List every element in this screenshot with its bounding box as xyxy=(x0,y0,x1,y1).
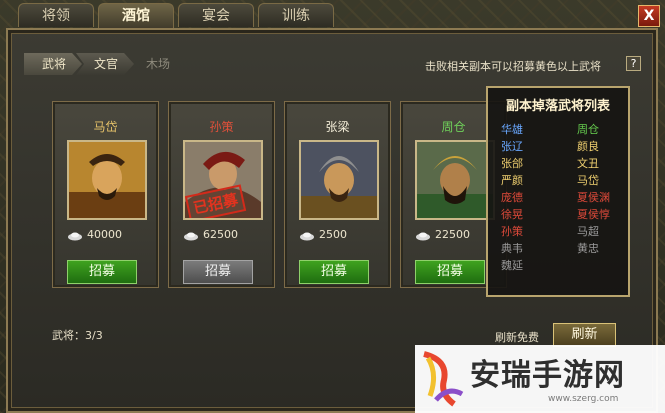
watermark-text: 安瑞手游网 xyxy=(470,358,625,393)
drop-list-row: 孙策 马超 xyxy=(501,223,621,240)
drop-list-general: 颜良 xyxy=(577,140,599,153)
drop-list-general: 徐晃 xyxy=(501,208,523,221)
drop-list-general: 庞德 xyxy=(501,191,523,204)
recruit-cost: 2500 xyxy=(319,228,347,241)
silver-ingot-icon xyxy=(184,232,198,241)
general-portrait xyxy=(67,140,147,220)
drop-list-grid: 华雄 周仓张辽 颜良张郃 文丑严颜 马岱庞德 夏侯渊徐晃 夏侯惇孙策 马超典韦 黄忠魏延 xyxy=(501,121,621,274)
watermark-logo-icon xyxy=(423,351,464,407)
breadcrumb: 武将 文官 木场 xyxy=(24,53,180,75)
drop-list-row: 徐晃 夏侯惇 xyxy=(501,206,621,223)
general-portrait xyxy=(299,140,379,220)
refresh-free-label: 刷新免费 xyxy=(495,331,539,344)
general-card-3: 张梁 2500 招募 xyxy=(284,101,391,288)
drop-list-general: 华雄 xyxy=(501,123,523,136)
recruit-button[interactable]: 招募 xyxy=(67,260,137,284)
crumb-officials[interactable]: 文官 xyxy=(76,53,134,75)
general-card-2: 孙策 已招募 62500 招募 xyxy=(168,101,275,288)
drop-list-general: 马岱 xyxy=(577,174,599,187)
crumb-generals[interactable]: 武将 xyxy=(24,53,82,75)
drop-list-row: 典韦 黄忠 xyxy=(501,240,621,257)
drop-list-general: 孙策 xyxy=(501,225,523,238)
drop-list-general: 黄忠 xyxy=(577,242,599,255)
drop-list-general: 文丑 xyxy=(577,157,599,170)
silver-ingot-icon xyxy=(300,232,314,241)
recruit-cost: 22500 xyxy=(435,228,470,241)
drop-list-row: 严颜 马岱 xyxy=(501,172,621,189)
drop-list-general: 夏侯惇 xyxy=(577,208,610,221)
silver-ingot-icon xyxy=(68,232,82,241)
drop-list-row: 华雄 周仓 xyxy=(501,121,621,138)
general-portrait xyxy=(415,140,495,220)
recruit-hint: 击败相关副本可以招募黄色以上武将 xyxy=(425,60,601,73)
general-card-1: 马岱 40000 招募 xyxy=(52,101,159,288)
dungeon-drop-list: 副本掉落武将列表 华雄 周仓张辽 颜良张郃 文丑严颜 马岱庞德 夏侯渊徐晃 夏侯惇孙策 马超典… xyxy=(486,86,630,297)
general-name: 马岱 xyxy=(93,120,118,134)
drop-list-general: 严颜 xyxy=(501,174,523,187)
recruit-button[interactable]: 招募 xyxy=(299,260,369,284)
drop-list-row: 魏延 xyxy=(501,257,621,274)
drop-list-general: 夏侯渊 xyxy=(577,191,610,204)
drop-list-general: 典韦 xyxy=(501,242,523,255)
drop-list-general: 马超 xyxy=(577,225,599,238)
recruit-cost: 62500 xyxy=(203,228,238,241)
tab-tavern[interactable]: 酒馆 xyxy=(98,3,174,29)
drop-list-general: 周仓 xyxy=(577,123,599,136)
watermark-url: www.szerg.com xyxy=(548,394,619,404)
drop-list-row: 庞德 夏侯渊 xyxy=(501,189,621,206)
drop-list-row: 张郃 文丑 xyxy=(501,155,621,172)
tab-generals[interactable]: 将领 xyxy=(18,3,94,27)
help-button[interactable]: ? xyxy=(626,56,641,71)
drop-list-title: 副本掉落武将列表 xyxy=(505,99,610,114)
recruit-cost: 40000 xyxy=(87,228,122,241)
close-button[interactable]: X xyxy=(638,5,660,27)
drop-list-row: 张辽 颜良 xyxy=(501,138,621,155)
general-portrait: 已招募 xyxy=(183,140,263,220)
drop-list-general: 魏延 xyxy=(501,259,523,272)
tab-training[interactable]: 训练 xyxy=(258,3,334,27)
recruit-button[interactable]: 招募 xyxy=(183,260,253,284)
drop-list-general: 张辽 xyxy=(501,140,523,153)
tab-bar: 将领 酒馆 宴会 训练 xyxy=(18,3,334,29)
tab-banquet[interactable]: 宴会 xyxy=(178,3,254,27)
silver-ingot-icon xyxy=(416,232,430,241)
refresh-button[interactable]: 刷新 xyxy=(553,323,616,347)
general-name: 孙策 xyxy=(209,120,234,134)
recruit-button[interactable]: 招募 xyxy=(415,260,485,284)
general-count: 武将：3/3 xyxy=(52,329,103,342)
drop-list-general xyxy=(577,257,621,274)
general-name: 张梁 xyxy=(325,120,350,134)
crumb-lumberyard[interactable]: 木场 xyxy=(128,53,186,75)
drop-list-general: 张郃 xyxy=(501,157,523,170)
